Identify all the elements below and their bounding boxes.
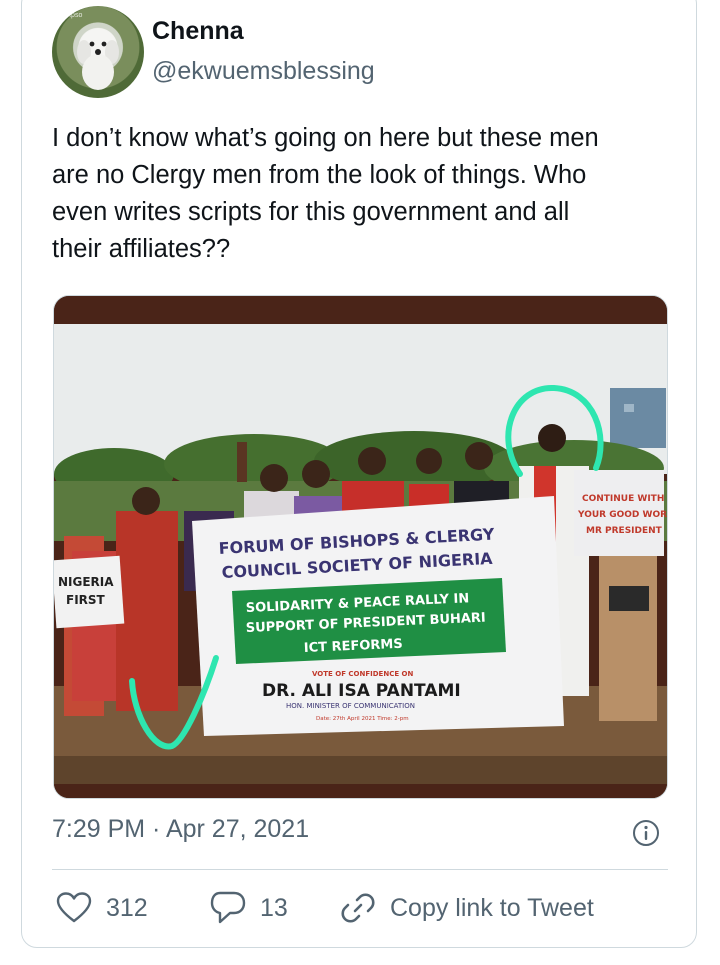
left-sign-line-2: FIRST bbox=[66, 593, 106, 607]
tweet-photo[interactable]: FORUM OF BISHOPS & CLERGY COUNCIL SOCIET… bbox=[53, 295, 668, 799]
date-line: Date: 27th April 2021 Time: 2-pm bbox=[316, 716, 409, 722]
dog-avatar-image bbox=[77, 29, 119, 90]
right-sign-line-1: CONTINUE WITH bbox=[582, 494, 664, 504]
divider bbox=[52, 869, 668, 870]
heart-icon bbox=[56, 892, 92, 923]
tweet-text-line: are no Clergy men from the look of thing… bbox=[52, 161, 587, 189]
title-line: HON. MINISTER OF COMMUNICATION bbox=[286, 702, 415, 710]
tweet-text-line: their affiliates?? bbox=[52, 235, 231, 263]
left-sign-line-1: NIGERIA bbox=[58, 575, 114, 589]
rally-photo: FORUM OF BISHOPS & CLERGY COUNCIL SOCIET… bbox=[54, 296, 667, 798]
author-handle[interactable]: @ekwuemsblessing bbox=[152, 57, 375, 86]
tweet-text: I don’t know what’s going on here but th… bbox=[52, 120, 672, 268]
tweet-text-line: I don’t know what’s going on here but th… bbox=[52, 124, 599, 152]
avatar-watermark: Hpso bbox=[66, 12, 83, 19]
info-icon[interactable] bbox=[632, 819, 660, 847]
author-display-name[interactable]: Chenna bbox=[152, 17, 244, 46]
like-count: 312 bbox=[106, 893, 148, 922]
link-icon bbox=[341, 893, 375, 923]
tweet-text-line: even writes scripts for this government … bbox=[52, 198, 570, 226]
name-line: DR. ALI ISA PANTAMI bbox=[262, 681, 461, 701]
tweet-timestamp[interactable]: 7:29 PM · Apr 27, 2021 bbox=[52, 815, 309, 844]
right-sign-line-2: YOUR GOOD WORK bbox=[577, 510, 667, 520]
reply-count: 13 bbox=[260, 893, 288, 922]
reply-button[interactable]: 13 bbox=[210, 888, 288, 928]
copy-link-button[interactable]: Copy link to Tweet bbox=[340, 888, 594, 928]
copy-link-label: Copy link to Tweet bbox=[390, 893, 594, 922]
right-sign-line-3: MR PRESIDENT bbox=[586, 526, 663, 536]
reply-bubble-icon bbox=[210, 891, 246, 924]
vote-line: VOTE OF CONFIDENCE ON bbox=[312, 670, 413, 678]
like-button[interactable]: 312 bbox=[56, 888, 148, 928]
avatar[interactable]: Hpso bbox=[52, 6, 144, 98]
